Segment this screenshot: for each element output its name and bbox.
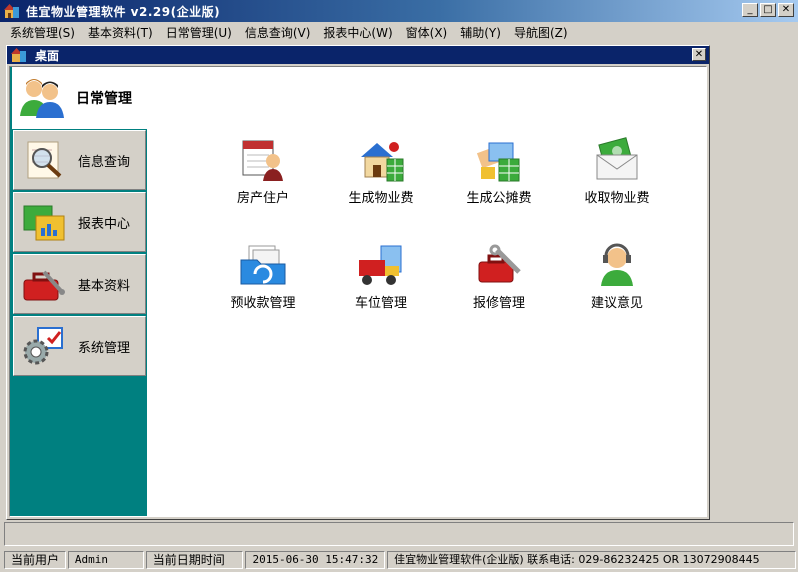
nav-item-query[interactable]: 信息查询	[13, 130, 146, 190]
resident-calendar-icon	[242, 140, 283, 181]
maximize-button[interactable]: □	[760, 3, 776, 17]
support-headset-icon	[601, 243, 633, 286]
tile-parking[interactable]: 车位管理	[331, 242, 431, 322]
menu-help[interactable]: 辅助(Y)	[454, 24, 508, 41]
tile-residents[interactable]: 房产住户	[213, 137, 313, 217]
tile-collect-property-fee[interactable]: 收取物业费	[567, 137, 667, 217]
users-icon	[20, 79, 64, 118]
close-button[interactable]: ✕	[778, 3, 794, 17]
tile-label-generate-property-fee: 生成物业费	[348, 191, 414, 206]
money-envelope-icon	[596, 137, 638, 180]
status-datetime-label: 当前日期时间	[145, 551, 244, 569]
nav-label-system: 系统管理	[78, 340, 131, 356]
tile-repairs[interactable]: 报修管理	[449, 242, 549, 322]
magnifier-document-icon	[27, 141, 62, 179]
menu-basic-data[interactable]: 基本资料(T)	[82, 24, 160, 41]
status-bar: 当前用户 Admin 当前日期时间 2015-06-30 15:47:32 佳宜…	[0, 549, 798, 571]
menu-system[interactable]: 系统管理(S)	[4, 24, 82, 41]
mdi-bottom-strip	[4, 522, 794, 546]
shared-fee-icon	[476, 142, 520, 182]
nav-item-system[interactable]: 系统管理	[13, 316, 146, 376]
desktop-title-bar: 桌面 ✕	[7, 46, 709, 64]
folder-prepay-icon	[240, 245, 286, 285]
menu-reports[interactable]: 报表中心(W)	[317, 24, 399, 41]
house-fee-icon	[361, 142, 404, 182]
nav-item-daily[interactable]: 日常管理	[12, 67, 147, 129]
repair-toolbox-icon	[478, 244, 521, 283]
menu-bar: 系统管理(S) 基本资料(T) 日常管理(U) 信息查询(V) 报表中心(W) …	[0, 22, 798, 42]
menu-query[interactable]: 信息查询(V)	[239, 24, 318, 41]
status-user-label: 当前用户	[4, 551, 66, 569]
tile-label-generate-shared-fee: 生成公摊费	[466, 191, 532, 206]
menu-nav-map[interactable]: 导航图(Z)	[508, 24, 575, 41]
tile-label-repairs: 报修管理	[472, 296, 525, 311]
menu-daily[interactable]: 日常管理(U)	[160, 24, 239, 41]
window-title-bar: 佳宜物业管理软件 v2.29(企业版) _ □ ✕	[0, 0, 798, 22]
status-info: 佳宜物业管理软件(企业版) 联系电话: 029-86232425 OR 1307…	[387, 551, 796, 569]
tile-label-collect-property-fee: 收取物业费	[584, 191, 650, 206]
tile-suggestions[interactable]: 建议意见	[567, 242, 667, 322]
truck-parking-icon	[359, 245, 402, 285]
left-nav: 日常管理 信息查询 报表中心 基本资料 系统管理	[10, 67, 147, 516]
nav-item-reports[interactable]: 报表中心	[13, 192, 146, 252]
tile-generate-property-fee[interactable]: 生成物业费	[331, 137, 431, 217]
desktop-icon	[11, 47, 27, 63]
nav-item-basic-data[interactable]: 基本资料	[13, 254, 146, 314]
status-datetime-value: 2015-06-30 15:47:32	[245, 551, 386, 569]
nav-label-reports: 报表中心	[78, 216, 131, 232]
nav-label-query: 信息查询	[78, 154, 131, 170]
app-icon	[4, 3, 20, 19]
desktop-content: 房产住户 生成物业费 生成公摊费 收取物业费 预收款管理 车位管理 报修管理 建…	[147, 67, 707, 516]
minimize-button[interactable]: _	[742, 3, 758, 17]
menu-window[interactable]: 窗体(X)	[400, 24, 455, 41]
desktop-window: 桌面 ✕ 日常管理 信息查询 报表中心 基本资料 系统管理 房产住户 生成物业费…	[6, 45, 710, 520]
nav-label-daily: 日常管理	[76, 91, 132, 107]
nav-label-basic-data: 基本资料	[78, 278, 131, 294]
tile-label-residents: 房产住户	[236, 191, 289, 206]
desktop-body: 日常管理 信息查询 报表中心 基本资料 系统管理 房产住户 生成物业费 生成公摊…	[9, 66, 707, 517]
tile-label-prepayment: 预收款管理	[230, 296, 296, 311]
window-title: 佳宜物业管理软件 v2.29(企业版)	[26, 4, 221, 19]
status-user-value: Admin	[67, 551, 144, 569]
tile-label-parking: 车位管理	[354, 296, 407, 311]
tile-label-suggestions: 建议意见	[590, 296, 643, 311]
report-chart-icon	[23, 205, 65, 241]
tile-prepayment[interactable]: 预收款管理	[213, 242, 313, 322]
desktop-title: 桌面	[35, 48, 60, 63]
toolbox-icon	[23, 270, 65, 301]
tile-generate-shared-fee[interactable]: 生成公摊费	[449, 137, 549, 217]
settings-gear-icon	[23, 327, 63, 365]
desktop-close-button[interactable]: ✕	[692, 48, 706, 61]
